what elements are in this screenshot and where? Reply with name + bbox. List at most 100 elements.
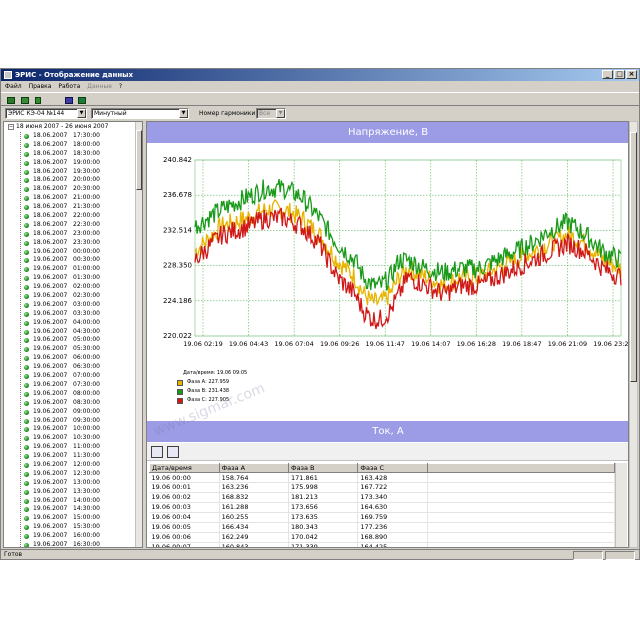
minimize-button[interactable]: _ (602, 70, 613, 79)
tree-item[interactable]: 19.06.2007 15:30:00 (21, 523, 138, 532)
table-view-icon[interactable] (151, 446, 163, 458)
tree-item[interactable]: 19.06.2007 06:30:00 (21, 363, 138, 372)
tree-item[interactable]: 18.06.2007 23:30:00 (21, 239, 138, 248)
tree-item[interactable]: 18.06.2007 17:30:00 (21, 132, 138, 141)
tree-item[interactable]: 19.06.2007 12:30:00 (21, 470, 138, 479)
tree-item-time: 17:30:00 (73, 132, 100, 139)
column-header[interactable]: Фаза А (218, 463, 289, 474)
tree-item-time: 13:00:00 (73, 478, 100, 486)
close-button[interactable]: × (626, 70, 637, 79)
column-header[interactable]: Дата/время (149, 463, 220, 474)
menu-edit[interactable]: Правка (29, 81, 52, 92)
tree-item[interactable]: 19.06.2007 16:30:00 (21, 541, 138, 547)
tree-item[interactable]: 18.06.2007 22:00:00 (21, 212, 138, 221)
tree-item[interactable]: 18.06.2007 19:30:00 (21, 168, 138, 177)
tree-item[interactable]: 19.06.2007 15:00:00 (21, 514, 138, 523)
tree-item[interactable]: 19.06.2007 00:30:00 (21, 256, 138, 265)
collapse-icon[interactable]: − (8, 123, 14, 130)
tree-item[interactable]: 19.06.2007 13:00:00 (21, 479, 138, 488)
tree-item[interactable]: 18.06.2007 18:00:00 (21, 141, 138, 150)
tree-item[interactable]: 19.06.2007 11:30:00 (21, 452, 138, 461)
chart-view-icon[interactable] (167, 446, 179, 458)
column-header[interactable]: Фаза В (287, 463, 359, 474)
tree-item[interactable]: 19.06.2007 14:00:00 (21, 497, 138, 506)
save-icon[interactable] (5, 95, 16, 105)
tree-item[interactable]: 19.06.2007 16:00:00 (21, 532, 138, 541)
tree-item[interactable]: 19.06.2007 02:00:00 (21, 283, 138, 292)
table-scrollbar[interactable] (615, 463, 627, 547)
tree-item[interactable]: 18.06.2007 20:00:00 (21, 176, 138, 185)
tree-item[interactable]: 19.06.2007 14:30:00 (21, 505, 138, 514)
tree-item[interactable]: 19.06.2007 00:00:00 (21, 248, 138, 257)
table-cell (427, 502, 615, 513)
table-row[interactable]: 19.06 00:01 163.236 175.998 167.722 (149, 482, 615, 494)
tree-item[interactable]: 18.06.2007 23:00:00 (21, 230, 138, 239)
scroll-thumb[interactable] (630, 132, 637, 382)
tree-item[interactable]: 19.06.2007 09:00:00 (21, 408, 138, 417)
tree-item[interactable]: 19.06.2007 01:30:00 (21, 274, 138, 283)
tree-item[interactable]: 18.06.2007 18:30:00 (21, 150, 138, 159)
table-cell: 19.06 00:03 (149, 502, 220, 513)
tree-scrollbar[interactable] (135, 122, 142, 547)
tree-item[interactable]: 19.06.2007 03:00:00 (21, 301, 138, 310)
tree-item[interactable]: 18.06.2007 21:30:00 (21, 203, 138, 212)
tree-root[interactable]: −18 июня 2007 - 26 июня 2007 (8, 123, 108, 131)
panel-scrollbar[interactable] (629, 121, 638, 548)
tree-item[interactable]: 19.06.2007 05:00:00 (21, 336, 138, 345)
tree-item[interactable]: 18.06.2007 19:00:00 (21, 159, 138, 168)
tree-item[interactable]: 19.06.2007 10:30:00 (21, 434, 138, 443)
tree-item[interactable]: 19.06.2007 09:30:00 (21, 417, 138, 426)
tree-item[interactable]: 19.06.2007 06:00:00 (21, 354, 138, 363)
record-icon (24, 516, 29, 522)
chevron-down-icon[interactable]: ▼ (179, 109, 188, 118)
table-row[interactable]: 19.06 00:03 161.288 173.656 164.630 (149, 502, 615, 513)
tree-item[interactable]: 19.06.2007 05:30:00 (21, 345, 138, 354)
tree-item[interactable]: 19.06.2007 11:00:00 (21, 443, 138, 452)
tree-item[interactable]: 19.06.2007 02:30:00 (21, 292, 138, 301)
scroll-thumb[interactable] (136, 130, 142, 190)
tree-item[interactable]: 19.06.2007 08:30:00 (21, 399, 138, 408)
table-row[interactable]: 19.06 00:05 166.434 180.343 177.236 (149, 522, 615, 533)
tree-item[interactable]: 19.06.2007 07:30:00 (21, 381, 138, 390)
device-select[interactable]: ЭРИС КЭ-04 №144 ▼ (5, 108, 87, 119)
table-row[interactable]: 19.06 00:00 158.764 171.861 163.428 (149, 472, 615, 484)
tree-item[interactable]: 18.06.2007 21:00:00 (21, 194, 138, 203)
menu-file[interactable]: Файл (5, 81, 22, 92)
export-icon[interactable] (33, 95, 44, 105)
tree-item[interactable]: 19.06.2007 04:00:00 (21, 319, 138, 328)
chart-view-icon[interactable] (63, 95, 74, 105)
table-cell (427, 542, 615, 547)
tree-item[interactable]: 19.06.2007 08:00:00 (21, 390, 138, 399)
y-tick-label: 240.842 (163, 156, 192, 164)
menu-help[interactable]: ? (119, 81, 122, 92)
table-row[interactable]: 19.06 00:07 160.843 171.339 164.425 (149, 542, 615, 547)
excel-icon[interactable] (76, 95, 87, 105)
chevron-down-icon[interactable]: ▼ (276, 109, 285, 118)
tree-item[interactable]: 18.06.2007 20:30:00 (21, 185, 138, 194)
tree-item[interactable]: 19.06.2007 13:30:00 (21, 488, 138, 497)
tree-item[interactable]: 19.06.2007 07:00:00 (21, 372, 138, 381)
menu-work[interactable]: Работа (58, 81, 80, 92)
maximize-button[interactable]: □ (614, 70, 625, 79)
record-icon (24, 356, 29, 362)
print-icon[interactable] (19, 95, 30, 105)
table-row[interactable]: 19.06 00:04 160.255 173.635 169.759 (149, 512, 615, 523)
tree-item[interactable]: 19.06.2007 12:00:00 (21, 461, 138, 470)
tree-item[interactable]: 19.06.2007 10:00:00 (21, 425, 138, 434)
table-row[interactable]: 19.06 00:02 168.832 181.213 173.340 (149, 492, 615, 503)
legend-swatch-a (177, 380, 183, 386)
tree-item[interactable]: 19.06.2007 03:30:00 (21, 310, 138, 319)
table-row[interactable]: 19.06 00:06 162.249 170.042 168.890 (149, 532, 615, 543)
tree-item[interactable]: 18.06.2007 22:30:00 (21, 221, 138, 230)
tree-item-date: 19.06.2007 (33, 354, 68, 362)
menu-data[interactable]: Данные (87, 81, 112, 92)
y-tick-label: 236.678 (163, 191, 192, 199)
tree-item[interactable]: 19.06.2007 01:00:00 (21, 265, 138, 274)
column-header[interactable]: Фаза С (357, 463, 428, 474)
chevron-down-icon[interactable]: ▼ (77, 109, 86, 118)
tree-item[interactable]: 19.06.2007 04:30:00 (21, 328, 138, 337)
interval-select[interactable]: Минутный ▼ (91, 108, 189, 119)
harmonic-select[interactable]: Все ▼ (256, 108, 286, 119)
title-bar[interactable]: ЭРИС - Отображение данных _ □ × (1, 69, 639, 81)
tree-item-time: 14:30:00 (73, 505, 100, 513)
